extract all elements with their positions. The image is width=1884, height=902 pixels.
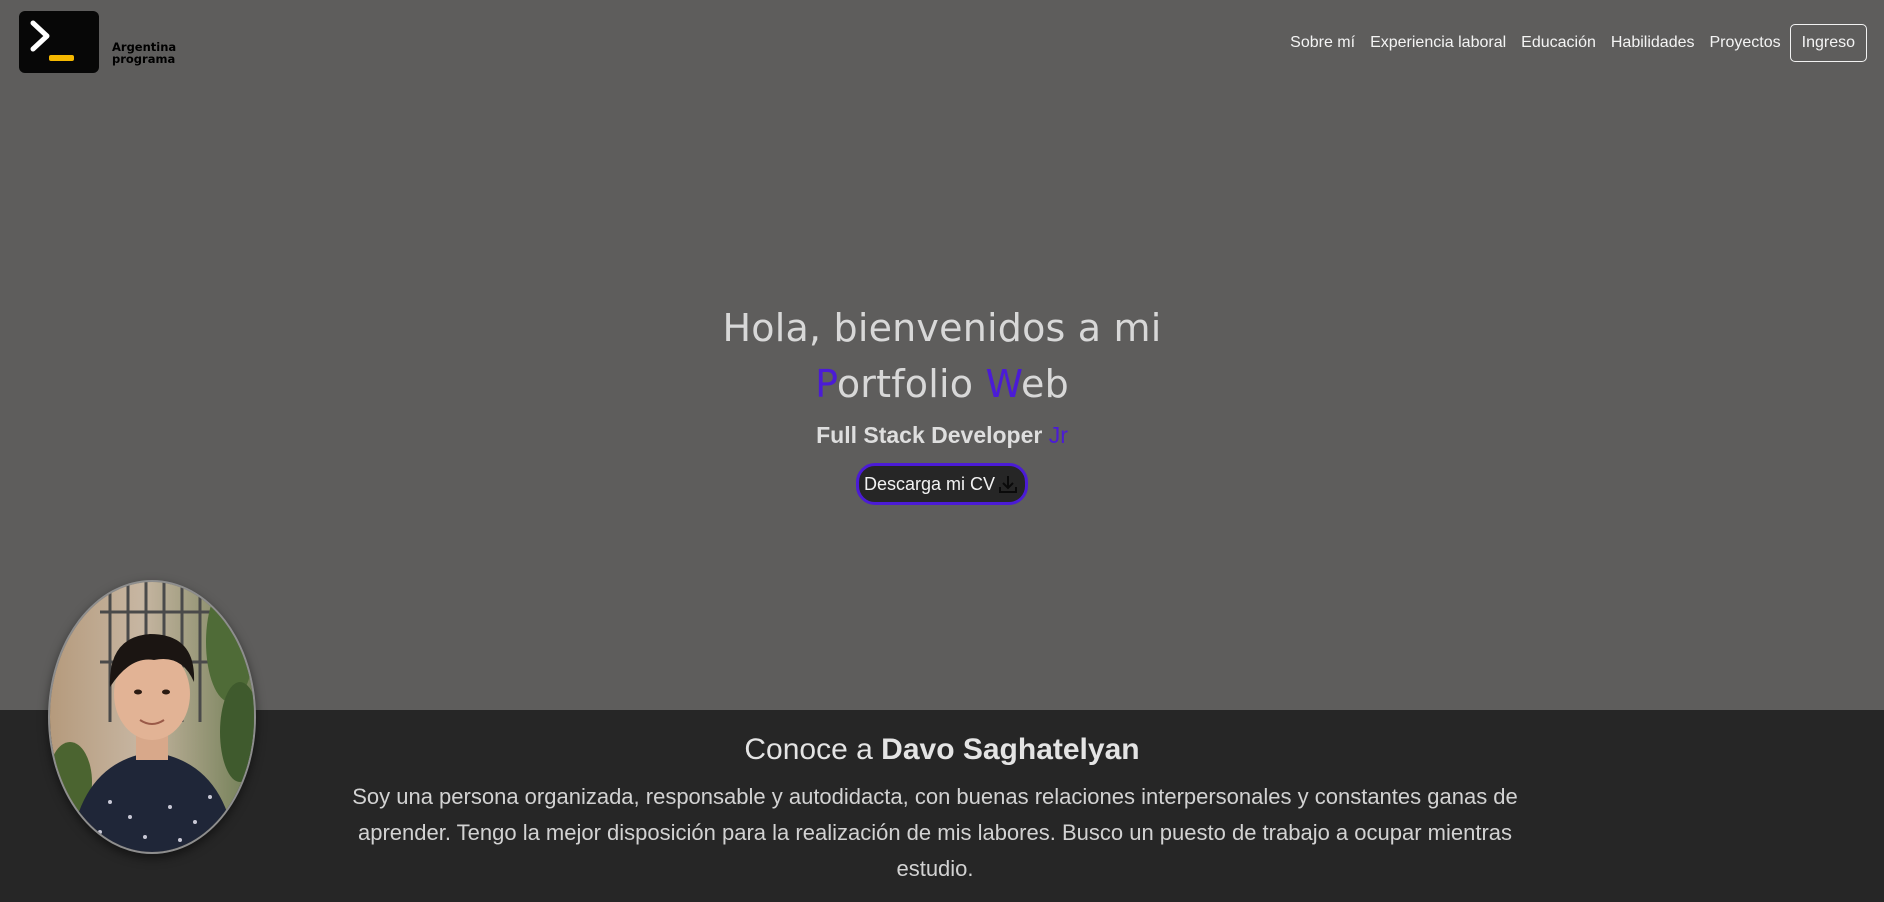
nav-experiencia-laboral[interactable]: Experiencia laboral: [1370, 34, 1506, 52]
login-button[interactable]: Ingreso: [1789, 24, 1867, 62]
about-title-prefix: Conoce a: [744, 733, 882, 766]
hero-greeting: Hola, bienvenidos a mi: [722, 306, 1162, 350]
nav-educacion[interactable]: Educación: [1521, 34, 1596, 52]
about-section: Conoce a Davo Saghatelyan Soy una person…: [0, 710, 1884, 902]
hero-subtitle: Full Stack Developer Jr: [0, 420, 1884, 450]
hero-portfolio-title: Portfolio Web: [0, 356, 1884, 412]
download-cv-label: Descarga mi CV: [863, 473, 996, 494]
hero-section: Hola, bienvenidos a mi Portfolio Web Ful…: [0, 300, 1884, 505]
hero-eb: eb: [1021, 362, 1069, 406]
download-icon: [999, 476, 1018, 493]
terminal-prompt-icon: [19, 11, 99, 73]
main-nav: Sobre mí Experiencia laboral Educación H…: [1275, 24, 1867, 62]
brand-logo[interactable]: Argentina programa: [19, 11, 176, 73]
profile-photo: [48, 580, 256, 854]
hero-role-level: Jr: [1048, 422, 1068, 448]
hero-ortfolio: ortfolio: [836, 362, 986, 406]
about-description: Soy una persona organizada, responsable …: [352, 784, 1518, 881]
hero-accent-w: W: [985, 362, 1022, 406]
nav-sobre-mi[interactable]: Sobre mí: [1290, 34, 1355, 52]
hero-accent-p: P: [815, 362, 837, 406]
brand-line2: programa: [112, 52, 176, 66]
hero-role: Full Stack Developer: [816, 422, 1049, 448]
about-name: Davo Saghatelyan: [881, 733, 1140, 766]
nav-habilidades[interactable]: Habilidades: [1611, 34, 1695, 52]
nav-proyectos[interactable]: Proyectos: [1709, 34, 1780, 52]
about-title: Conoce a Davo Saghatelyan: [0, 730, 1884, 770]
download-cv-button[interactable]: Descarga mi CV: [855, 463, 1029, 505]
brand-name: Argentina programa: [112, 41, 176, 65]
